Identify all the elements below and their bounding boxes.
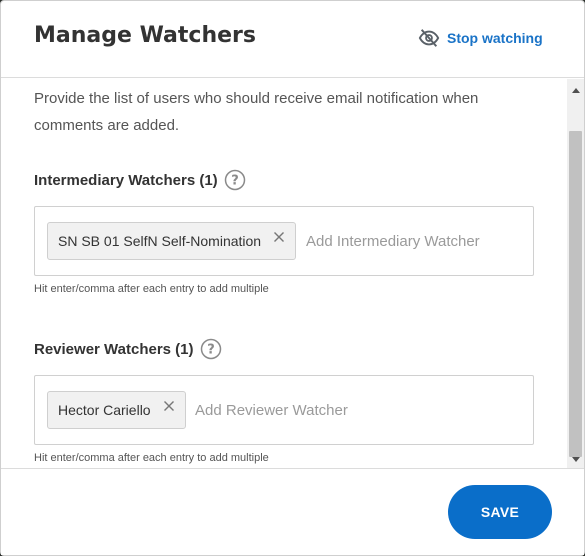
vertical-scrollbar[interactable] — [567, 79, 584, 468]
reviewer-watchers-section: Reviewer Watchers (1) ? — [34, 338, 222, 360]
intermediary-hint: Hit enter/comma after each entry to add … — [34, 283, 269, 295]
stop-watching-button[interactable]: Stop watching — [418, 27, 543, 49]
intermediary-watchers-label: Intermediary Watchers (1) — [34, 171, 218, 189]
stop-watching-label: Stop watching — [447, 30, 543, 46]
dialog-title: Manage Watchers — [34, 23, 256, 48]
intermediary-watchers-field[interactable]: SN SB 01 SelfN Self-Nomination — [34, 206, 534, 276]
add-reviewer-watcher-input[interactable] — [195, 392, 515, 428]
watcher-chip-label: Hector Cariello — [58, 402, 151, 418]
svg-text:?: ? — [231, 174, 239, 189]
add-intermediary-watcher-input[interactable] — [306, 223, 526, 259]
scroll-up-icon[interactable] — [567, 81, 584, 98]
dialog-footer: SAVE — [1, 468, 584, 555]
manage-watchers-dialog: Manage Watchers Stop watching Provide th… — [0, 0, 585, 556]
svg-text:?: ? — [207, 343, 215, 358]
dialog-header: Manage Watchers Stop watching — [1, 1, 584, 78]
scroll-down-icon[interactable] — [567, 451, 584, 468]
watcher-chip: Hector Cariello — [47, 391, 186, 429]
reviewer-watchers-label: Reviewer Watchers (1) — [34, 340, 194, 358]
save-button[interactable]: SAVE — [448, 485, 552, 539]
watcher-chip: SN SB 01 SelfN Self-Nomination — [47, 222, 297, 260]
dialog-body: Provide the list of users who should rec… — [1, 79, 567, 468]
watcher-chip-label: SN SB 01 SelfN Self-Nomination — [58, 233, 262, 249]
reviewer-hint: Hit enter/comma after each entry to add … — [34, 452, 269, 464]
dialog-description: Provide the list of users who should rec… — [34, 90, 479, 134]
question-circle-icon[interactable]: ? — [200, 338, 222, 360]
close-icon[interactable] — [163, 400, 175, 412]
eye-slash-icon — [418, 27, 440, 49]
question-circle-icon[interactable]: ? — [224, 169, 246, 191]
close-icon[interactable] — [273, 231, 285, 243]
reviewer-watchers-field[interactable]: Hector Cariello — [34, 375, 534, 445]
intermediary-watchers-section: Intermediary Watchers (1) ? — [34, 169, 246, 191]
scrollbar-thumb[interactable] — [569, 131, 582, 457]
